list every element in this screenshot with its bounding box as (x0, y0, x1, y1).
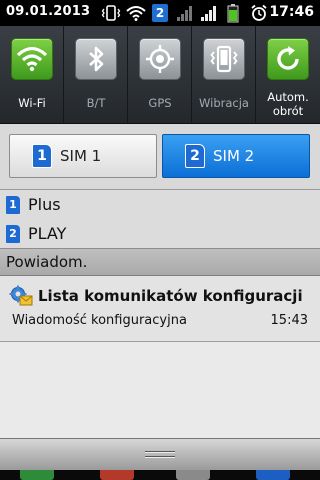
signal-icon (174, 3, 196, 23)
notifications-header: Powiadom. (0, 248, 320, 276)
dock-app-icon (100, 470, 134, 480)
status-bar: 09.01.2013 2 17:46 (0, 0, 320, 26)
grip-line (145, 456, 175, 458)
wifi-icon (125, 3, 147, 23)
quick-settings-panel: Wi-Fi B/T GPS Wibracja Autom. obrót (0, 26, 320, 124)
bluetooth-toggle[interactable]: B/T (64, 26, 128, 124)
sim-selector: 1 SIM 1 2 SIM 2 (0, 124, 320, 190)
dock-app-icon (20, 470, 54, 480)
status-date: 09.01.2013 (6, 4, 91, 19)
status-time: 17:46 (269, 4, 314, 20)
sim2-button[interactable]: 2 SIM 2 (162, 134, 310, 178)
wifi-icon (11, 38, 53, 80)
bluetooth-icon (75, 38, 117, 80)
signal-icon (198, 3, 220, 23)
sim1-label: SIM 1 (60, 147, 102, 165)
autorotate-toggle[interactable]: Autom. obrót (256, 26, 320, 124)
autorotate-label-line1: Autom. (267, 90, 309, 104)
operator-row: 2 PLAY (0, 219, 320, 248)
notification-item[interactable]: Lista komunikatów konfiguracji Wiadomość… (0, 276, 320, 342)
panel-drag-handle[interactable] (0, 438, 320, 470)
notification-empty-area (0, 342, 320, 438)
notifications-header-label: Powiadom. (6, 253, 88, 271)
sim-2-icon: 2 (185, 144, 205, 168)
home-dock-peek (0, 470, 320, 480)
dock-app-icon (256, 470, 290, 480)
notification-title: Lista komunikatów konfiguracji (38, 287, 303, 305)
operator-name: Plus (28, 195, 61, 214)
notification-subtitle: Wiadomość konfiguracyjna (12, 313, 187, 328)
notification-time: 15:43 (270, 313, 308, 328)
vibrate-icon (100, 3, 122, 23)
autorotate-label-line2: obrót (272, 104, 304, 118)
dock-app-icon (176, 470, 210, 480)
vibrate-icon (203, 38, 245, 80)
grip-line (145, 451, 175, 453)
sim-2-icon: 2 (6, 224, 20, 243)
gps-icon (139, 38, 181, 80)
config-message-icon (9, 285, 33, 307)
sim-1-icon: 1 (32, 144, 52, 168)
operator-row: 1 Plus (0, 190, 320, 219)
alarm-icon (248, 3, 270, 23)
sim-1-icon: 1 (6, 195, 20, 214)
sim-2-badge-icon: 2 (151, 3, 169, 23)
bluetooth-toggle-label: B/T (86, 96, 106, 110)
gps-toggle[interactable]: GPS (128, 26, 192, 124)
battery-icon (226, 3, 240, 23)
sim2-label: SIM 2 (213, 147, 255, 165)
autorotate-toggle-label: Autom. obrót (256, 90, 320, 118)
wifi-toggle-label: Wi-Fi (18, 96, 46, 110)
gps-toggle-label: GPS (148, 96, 172, 110)
vibration-toggle-label: Wibracja (199, 96, 249, 110)
vibration-toggle[interactable]: Wibracja (192, 26, 256, 124)
sim1-button[interactable]: 1 SIM 1 (9, 134, 157, 178)
rotate-icon (267, 38, 309, 80)
wifi-toggle[interactable]: Wi-Fi (0, 26, 64, 124)
operator-list: 1 Plus 2 PLAY (0, 190, 320, 248)
operator-name: PLAY (28, 224, 67, 243)
